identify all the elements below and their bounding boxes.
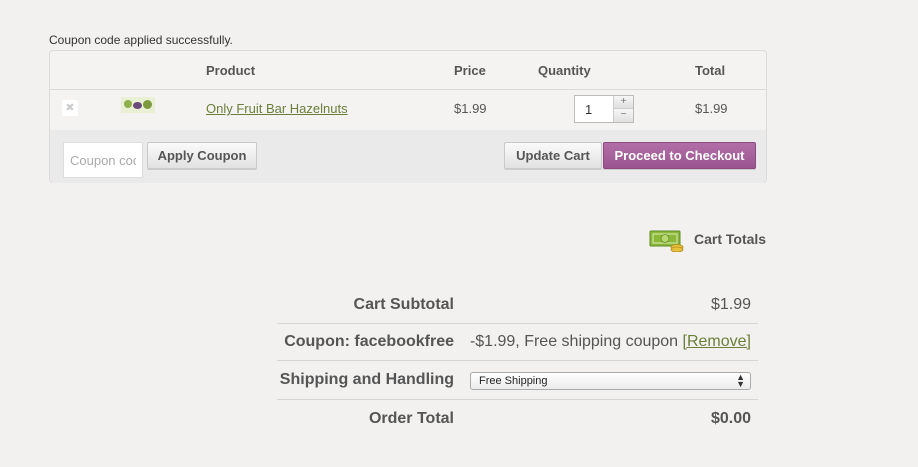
- quantity-increment-button[interactable]: +: [613, 96, 633, 109]
- coupon-notice: Coupon code applied successfully.: [49, 33, 233, 47]
- coupon-label: Coupon: facebookfree: [284, 333, 454, 350]
- product-link[interactable]: Only Fruit Bar Hazelnuts: [206, 101, 348, 116]
- totals-row-coupon: Coupon: facebookfree -$1.99, Free shippi…: [277, 323, 758, 361]
- header-quantity: Quantity: [538, 63, 591, 78]
- subtotal-value: $1.99: [710, 296, 751, 313]
- quantity-value[interactable]: 1: [585, 102, 592, 117]
- subtotal-label: Cart Subtotal: [353, 296, 454, 313]
- quantity-stepper[interactable]: 1 + −: [574, 95, 634, 123]
- shipping-selected-value: Free Shipping: [479, 375, 548, 387]
- cart-actions: Apply Coupon Update Cart Proceed to Chec…: [50, 130, 766, 183]
- shipping-method-select[interactable]: Free Shipping ▲ ▼: [470, 372, 751, 390]
- header-total: Total: [695, 63, 726, 78]
- product-thumbnail[interactable]: [121, 97, 155, 113]
- coupon-value: -$1.99, Free shipping coupon [Remove]: [470, 333, 751, 351]
- cart-table-header: Product Price Quantity Total: [50, 51, 766, 90]
- header-price: Price: [454, 63, 486, 78]
- coupon-input[interactable]: [63, 142, 143, 178]
- order-total-label: Order Total: [368, 410, 454, 427]
- update-cart-button[interactable]: Update Cart: [504, 142, 602, 169]
- money-icon: [649, 230, 684, 252]
- totals-row-order-total: Order Total $0.00: [277, 399, 758, 439]
- remove-coupon-link[interactable]: [Remove]: [683, 333, 751, 350]
- cart-totals-title: Cart Totals: [694, 231, 767, 247]
- coupon-discount-text: -$1.99, Free shipping coupon: [469, 333, 679, 350]
- shipping-label: Shipping and Handling: [279, 371, 454, 388]
- item-total: $1.99: [695, 101, 728, 116]
- proceed-to-checkout-button[interactable]: Proceed to Checkout: [603, 142, 756, 169]
- select-arrows-icon: ▲ ▼: [736, 372, 745, 389]
- order-total-value: $0.00: [710, 410, 751, 427]
- remove-x-icon[interactable]: ✖: [62, 100, 78, 116]
- totals-row-subtotal: Cart Subtotal $1.99: [277, 286, 758, 324]
- header-product: Product: [206, 63, 256, 78]
- totals-row-shipping: Shipping and Handling Free Shipping ▲ ▼: [277, 360, 758, 400]
- item-price: $1.99: [454, 101, 487, 116]
- table-row: ✖ Only Fruit Bar Hazelnuts $1.99 1 + − $…: [50, 89, 766, 131]
- apply-coupon-button[interactable]: Apply Coupon: [147, 142, 257, 169]
- cart-table: Product Price Quantity Total ✖ Only Frui…: [49, 50, 767, 183]
- quantity-decrement-button[interactable]: −: [613, 109, 633, 122]
